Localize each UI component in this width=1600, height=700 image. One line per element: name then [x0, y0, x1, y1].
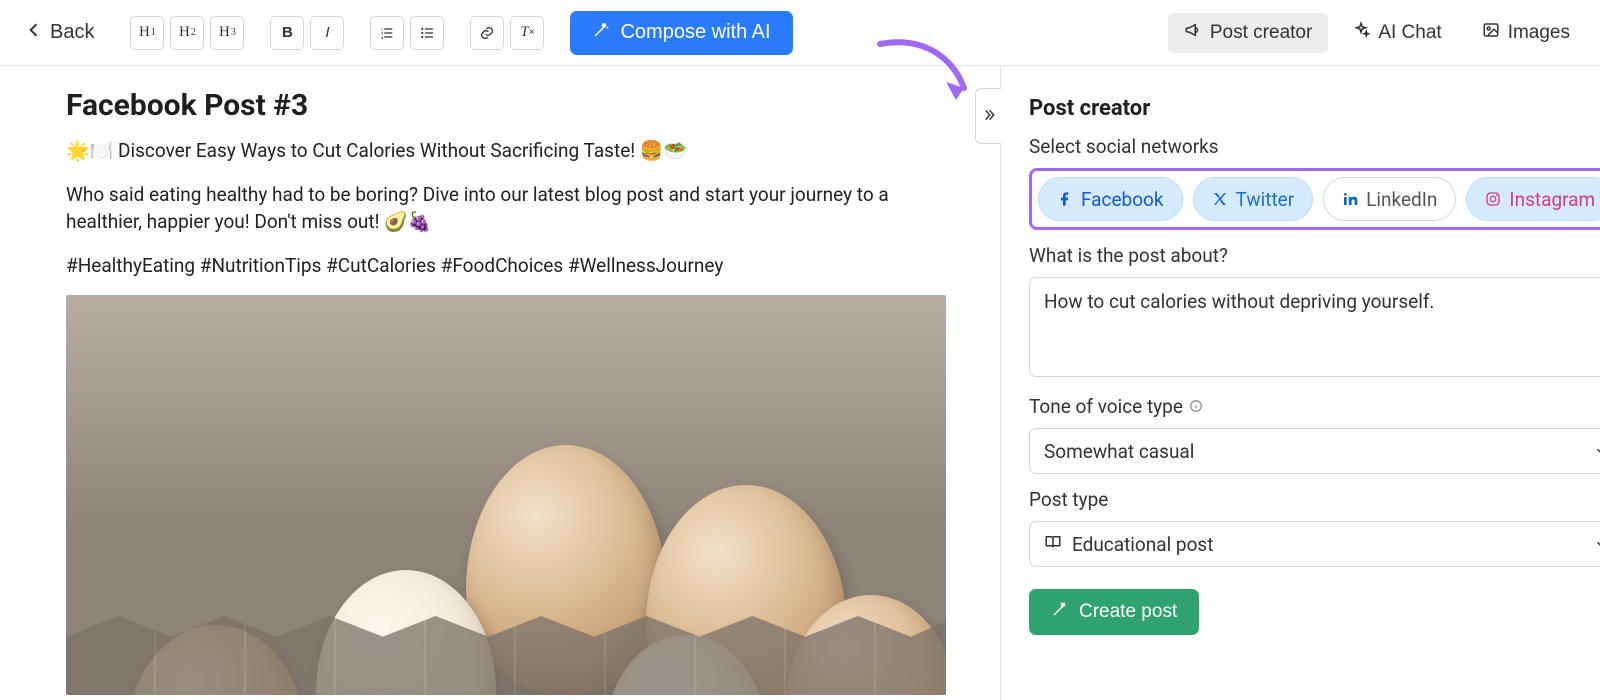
tone-select[interactable]: Somewhat casual [1029, 428, 1600, 474]
linkedin-icon [1342, 191, 1358, 207]
post-type-value: Educational post [1072, 533, 1213, 556]
magic-wand-icon [1051, 600, 1069, 624]
editor-toolbar: Back H1 H2 H3 B I T× Compose with AI [0, 0, 1600, 66]
post-line-1: 🌟🍽️ Discover Easy Ways to Cut Calories W… [66, 137, 944, 165]
about-label: What is the post about? [1029, 244, 1600, 267]
unordered-list-button[interactable] [410, 16, 444, 50]
style-group: B I [270, 16, 344, 50]
social-pill-twitter[interactable]: Twitter [1193, 177, 1314, 221]
back-label: Back [50, 21, 94, 44]
editor-area[interactable]: Facebook Post #3 🌟🍽️ Discover Easy Ways … [0, 66, 1000, 700]
pill-label: LinkedIn [1366, 188, 1437, 211]
chevron-double-right-icon [981, 107, 997, 126]
tone-label-text: Tone of voice type [1029, 395, 1183, 418]
post-hashtags: #HealthyEating #NutritionTips #CutCalori… [66, 252, 944, 280]
tab-images[interactable]: Images [1466, 13, 1586, 53]
misc-group: T× [470, 16, 544, 50]
twitter-x-icon [1212, 191, 1228, 207]
back-button[interactable]: Back [14, 14, 104, 52]
pill-label: Twitter [1236, 188, 1295, 211]
social-network-selector: Facebook Twitter LinkedIn Instagram [1029, 168, 1600, 230]
magic-wand-icon [592, 21, 610, 45]
compose-label: Compose with AI [620, 21, 770, 44]
facebook-icon [1057, 191, 1073, 207]
list-group [370, 16, 444, 50]
clear-format-button[interactable]: T× [510, 16, 544, 50]
tone-value: Somewhat casual [1044, 440, 1194, 463]
arrow-left-icon [24, 20, 44, 46]
tab-ai-chat[interactable]: AI Chat [1336, 13, 1457, 53]
tab-label: AI Chat [1378, 22, 1441, 44]
chevron-down-icon [1594, 440, 1600, 463]
post-type-select[interactable]: Educational post [1029, 521, 1600, 567]
italic-button[interactable]: I [310, 16, 344, 50]
h3-button[interactable]: H3 [210, 16, 244, 50]
image-icon [1482, 21, 1500, 45]
select-networks-label: Select social networks [1029, 135, 1600, 158]
tab-label: Images [1508, 22, 1570, 44]
social-pill-linkedin[interactable]: LinkedIn [1323, 177, 1456, 221]
post-line-2: Who said eating healthy had to be boring… [66, 181, 944, 236]
ordered-list-button[interactable] [370, 16, 404, 50]
panel-title: Post creator [1029, 96, 1600, 121]
post-title: Facebook Post #3 [66, 88, 944, 123]
create-label: Create post [1079, 601, 1177, 623]
link-button[interactable] [470, 16, 504, 50]
post-about-input[interactable] [1029, 277, 1600, 377]
post-creator-panel: Post creator Select social networks Face… [1001, 66, 1600, 635]
social-pill-instagram[interactable]: Instagram [1466, 177, 1600, 221]
heading-group: H1 H2 H3 [130, 16, 244, 50]
collapse-panel-button[interactable] [975, 88, 1001, 144]
book-icon [1044, 533, 1062, 556]
chevron-down-icon [1594, 533, 1600, 556]
bold-button[interactable]: B [270, 16, 304, 50]
tab-label: Post creator [1210, 22, 1312, 44]
pill-label: Facebook [1081, 188, 1164, 211]
social-pill-facebook[interactable]: Facebook [1038, 177, 1183, 221]
h2-button[interactable]: H2 [170, 16, 204, 50]
post-type-label: Post type [1029, 488, 1600, 511]
instagram-icon [1485, 191, 1501, 207]
tab-post-creator[interactable]: Post creator [1168, 13, 1328, 53]
tone-label: Tone of voice type [1029, 395, 1600, 418]
pill-label: Instagram [1509, 188, 1595, 211]
info-icon[interactable] [1189, 395, 1203, 418]
megaphone-icon [1184, 21, 1202, 45]
sparkle-icon [1352, 21, 1370, 45]
h1-button[interactable]: H1 [130, 16, 164, 50]
post-image [66, 295, 946, 695]
create-post-button[interactable]: Create post [1029, 589, 1199, 635]
compose-ai-button[interactable]: Compose with AI [570, 11, 792, 55]
